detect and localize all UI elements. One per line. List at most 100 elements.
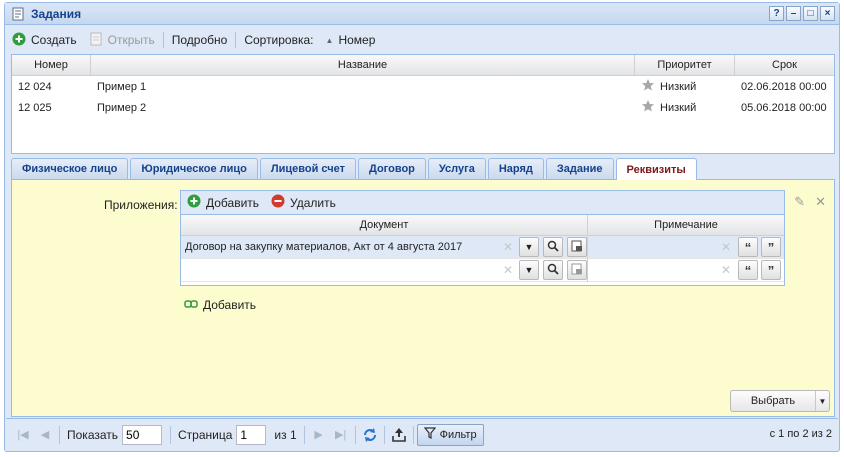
chevron-down-icon: ▼	[524, 265, 534, 275]
tab-work-order[interactable]: Наряд	[487, 158, 544, 179]
dropdown-button[interactable]: ▼	[519, 260, 539, 280]
column-header-priority[interactable]: Приоритет	[635, 55, 735, 75]
close-quote-button[interactable]: ”	[761, 260, 781, 280]
paging-toolbar: |◀ ◀ Показать Страница из 1 ▶ ▶| Фильтр …	[6, 418, 838, 450]
open-quote-icon: “	[744, 239, 752, 255]
next-page-icon[interactable]: ▶	[308, 424, 330, 446]
cell-number: 12 024	[18, 80, 52, 93]
open-document-button[interactable]	[567, 237, 587, 257]
add-attachment-button[interactable]: Добавить	[187, 194, 259, 211]
refresh-icon[interactable]	[359, 424, 381, 446]
create-button[interactable]: Создать	[6, 29, 83, 51]
grid-header: Номер Название Приоритет Срок	[12, 55, 834, 76]
close-button[interactable]: ×	[820, 6, 835, 21]
open-button-label: Открыть	[107, 33, 155, 47]
tab-requisites[interactable]: Реквизиты	[615, 158, 697, 180]
document-field[interactable]: ✕	[181, 260, 517, 281]
sort-field-label: Номер	[338, 33, 376, 47]
table-row[interactable]: 12 025 Пример 2 Низкий 05.06.2018 00:00	[12, 97, 834, 118]
tab-service[interactable]: Услуга	[427, 158, 486, 179]
column-header-name[interactable]: Название	[91, 55, 635, 75]
search-button[interactable]	[543, 237, 563, 257]
detail-tabs: Физическое лицо Юридическое лицо Лицевой…	[11, 158, 835, 180]
tab-individual[interactable]: Физическое лицо	[11, 158, 129, 179]
dropdown-button[interactable]: ▼	[519, 237, 539, 257]
chevron-down-icon[interactable]: ▼	[815, 391, 829, 411]
tab-legal-entity[interactable]: Юридическое лицо	[130, 158, 258, 179]
note-field[interactable]: ✕	[588, 260, 735, 281]
delete-attachment-button[interactable]: Удалить	[271, 194, 336, 211]
tab-account[interactable]: Лицевой счет	[259, 158, 356, 179]
page-count-label: из 1	[274, 427, 297, 442]
sort-label: Сортировка:	[238, 29, 319, 51]
priority-text: Низкий	[660, 80, 697, 93]
tab-contract[interactable]: Договор	[357, 158, 426, 179]
filter-icon	[423, 427, 436, 442]
main-toolbar: Создать Открыть Подробно Сортировка: ▲ Н…	[6, 28, 838, 52]
plus-circle-icon	[187, 194, 201, 211]
table-row[interactable]: 12 024 Пример 1 Низкий 02.06.2018 00:00	[12, 76, 834, 97]
sort-field-button[interactable]: ▲ Номер	[320, 29, 382, 51]
document-field[interactable]: Договор на закупку материалов, Акт от 4 …	[181, 237, 517, 258]
last-page-icon[interactable]: ▶|	[330, 424, 352, 446]
minimize-button[interactable]: –	[786, 6, 801, 21]
column-header-document[interactable]: Документ	[181, 215, 588, 235]
column-header-due[interactable]: Срок	[735, 55, 834, 75]
close-quote-button[interactable]: ”	[761, 237, 781, 257]
prev-page-icon[interactable]: ◀	[34, 424, 56, 446]
clear-icon[interactable]: ✕	[503, 240, 513, 254]
note-field[interactable]: ✕	[588, 237, 735, 258]
window-title: Задания	[31, 6, 82, 21]
choose-split-button[interactable]: Выбрать ▼	[730, 390, 830, 412]
paging-info: с 1 по 2 из 2	[769, 428, 832, 440]
cell-due: 02.06.2018 00:00	[741, 80, 827, 93]
close-icon[interactable]: ✕	[815, 194, 826, 210]
document-icon	[89, 32, 103, 49]
detail-button[interactable]: Подробно	[166, 29, 234, 51]
star-icon	[641, 78, 655, 95]
add-link-button[interactable]: Добавить	[184, 298, 256, 312]
note-cell: ✕ “ ”	[588, 236, 784, 259]
open-document-button[interactable]	[567, 260, 587, 280]
export-icon[interactable]	[388, 424, 410, 446]
open-quote-icon: “	[744, 262, 752, 278]
attachments-toolbar: Добавить Удалить	[181, 191, 784, 215]
search-button[interactable]	[543, 260, 563, 280]
page-size-input[interactable]	[122, 424, 163, 445]
pager-separator	[303, 425, 305, 444]
document-cell: ✕ ▼	[181, 258, 588, 282]
link-icon	[184, 298, 198, 312]
open-button[interactable]: Открыть	[83, 29, 161, 51]
page-label: Страница	[178, 427, 233, 442]
maximize-button[interactable]: □	[803, 6, 818, 21]
first-page-icon[interactable]: |◀	[12, 424, 34, 446]
pager-separator	[354, 425, 356, 444]
clear-icon[interactable]: ✕	[721, 263, 731, 277]
cell-name: Пример 1	[97, 80, 147, 93]
window-titlebar: Задания ? – □ ×	[5, 3, 839, 25]
clear-icon[interactable]: ✕	[503, 263, 513, 277]
attachment-row: Договор на закупку материалов, Акт от 4 …	[181, 235, 784, 259]
search-icon	[547, 263, 559, 278]
open-quote-button[interactable]: “	[738, 237, 758, 257]
add-link-label: Добавить	[203, 298, 257, 312]
pencil-icon[interactable]: ✎	[794, 194, 805, 210]
create-button-label: Создать	[31, 33, 77, 47]
page-number-input[interactable]	[236, 424, 267, 445]
plus-circle-icon	[12, 32, 26, 49]
cell-priority: Низкий	[635, 99, 735, 116]
column-header-note[interactable]: Примечание	[588, 215, 784, 235]
open-quote-button[interactable]: “	[738, 260, 758, 280]
document-icon	[571, 263, 583, 278]
notepad-icon	[11, 7, 25, 21]
attachments-label: Приложения:	[104, 198, 178, 212]
cell-due: 05.06.2018 00:00	[741, 101, 827, 114]
filter-button[interactable]: Фильтр	[416, 423, 484, 446]
attachments-grid: Добавить Удалить Документ Примечание Дог…	[180, 190, 785, 286]
toolbar-separator	[162, 32, 164, 48]
column-header-number[interactable]: Номер	[12, 55, 91, 75]
clear-icon[interactable]: ✕	[721, 240, 731, 254]
tasks-grid: Номер Название Приоритет Срок 12 024 При…	[11, 54, 835, 154]
tab-task[interactable]: Задание	[545, 158, 614, 179]
help-button[interactable]: ?	[769, 6, 784, 21]
